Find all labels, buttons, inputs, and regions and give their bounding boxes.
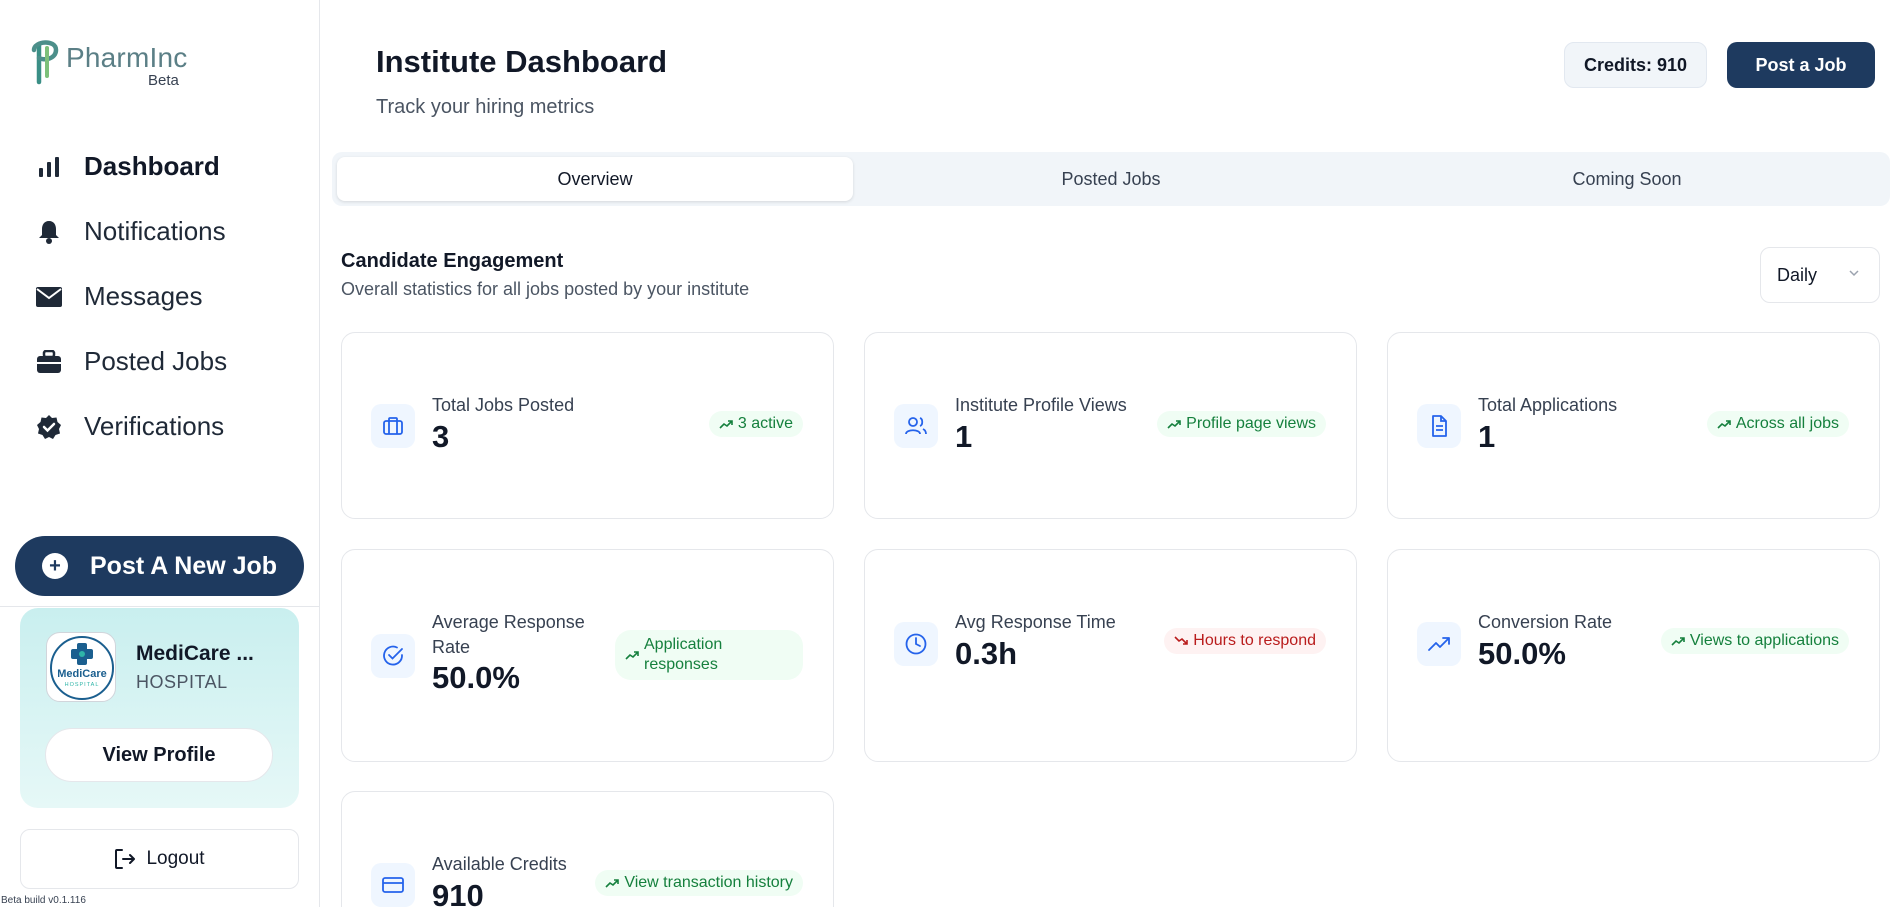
- briefcase-icon: [371, 404, 415, 448]
- logout-icon: [115, 849, 136, 869]
- credits-badge: Credits: 910: [1564, 42, 1707, 88]
- brand-beta-tag: Beta: [148, 72, 179, 89]
- sidebar-item-label: Dashboard: [84, 151, 220, 181]
- page-subtitle: Track your hiring metrics: [376, 96, 595, 118]
- stat-badge: Hours to respond: [1164, 628, 1326, 654]
- stat-card-response-rate: Average Response Rate 50.0% Application …: [341, 549, 834, 762]
- file-text-icon: [1417, 404, 1461, 448]
- stat-badge: Across all jobs: [1706, 411, 1849, 437]
- stat-value: 50.0%: [432, 660, 520, 695]
- sidebar-item-label: Posted Jobs: [84, 346, 228, 376]
- tab-coming-soon[interactable]: Coming Soon: [1369, 157, 1885, 201]
- stat-badge-label: Application responses: [644, 636, 723, 673]
- stat-value: 0.3h: [955, 636, 1018, 671]
- stat-title: Total Jobs Posted: [432, 395, 575, 415]
- sidebar-nav: Dashboard Notifications Messages Posted …: [34, 134, 227, 459]
- brand-name: PharmInc: [66, 42, 188, 73]
- sidebar-item-messages[interactable]: Messages: [34, 264, 227, 329]
- bar-chart-icon: [34, 152, 64, 182]
- trending-up-icon: [1167, 420, 1181, 429]
- stat-badge-label: 3 active: [737, 415, 793, 432]
- post-job-button[interactable]: Post a Job: [1727, 42, 1875, 88]
- bell-icon: [34, 217, 64, 247]
- stat-title: Avg Response Time: [955, 612, 1116, 632]
- medicare-logo-icon: MediCare HOSPITAL: [50, 636, 114, 700]
- stat-value: 910: [432, 878, 484, 907]
- stat-card-available-credits: Available Credits 910 View transaction h…: [341, 791, 834, 907]
- pharminc-logo-icon: [31, 40, 59, 85]
- stat-value: 1: [955, 419, 973, 454]
- logout-button[interactable]: Logout: [20, 829, 299, 889]
- stat-badge-label: Hours to respond: [1193, 632, 1316, 649]
- stat-title: Available Credits: [432, 854, 567, 874]
- trending-up-icon: [1717, 420, 1731, 429]
- plus-icon: +: [42, 553, 68, 579]
- stat-badge: Application responses: [615, 630, 803, 680]
- sidebar: PharmInc Beta Dashboard Notifications Me…: [0, 0, 320, 907]
- post-new-job-label: Post A New Job: [90, 551, 278, 580]
- institute-type: HOSPITAL: [136, 672, 228, 692]
- sidebar-item-posted-jobs[interactable]: Posted Jobs: [34, 329, 227, 394]
- stat-card-total-applications: Total Applications 1 Across all jobs: [1387, 332, 1880, 519]
- logout-label: Logout: [146, 848, 205, 869]
- badge-check-icon: [34, 412, 64, 442]
- stat-title: Conversion Rate: [1478, 612, 1613, 632]
- chevron-down-icon: [1849, 270, 1859, 277]
- post-new-job-button[interactable]: + Post A New Job: [15, 536, 304, 596]
- stat-badge: 3 active: [708, 411, 803, 437]
- sidebar-item-dashboard[interactable]: Dashboard: [34, 134, 227, 199]
- trending-up-icon: [625, 651, 639, 660]
- trending-down-icon: [1174, 636, 1189, 645]
- stat-badge: Views to applications: [1660, 628, 1849, 654]
- view-profile-button[interactable]: View Profile: [45, 728, 273, 782]
- section-subtitle: Overall statistics for all jobs posted b…: [341, 279, 750, 299]
- tab-posted-jobs[interactable]: Posted Jobs: [853, 157, 1369, 201]
- sidebar-item-label: Notifications: [84, 216, 226, 246]
- stat-badge-label: Across all jobs: [1735, 415, 1839, 432]
- trending-up-icon: [605, 879, 620, 888]
- briefcase-icon: [34, 347, 64, 377]
- svg-text:MediCare: MediCare: [57, 668, 107, 680]
- clock-icon: [894, 622, 938, 666]
- trending-up-icon: [719, 420, 733, 429]
- stat-value: 1: [1478, 419, 1496, 454]
- stat-badge-label: Views to applications: [1689, 632, 1839, 649]
- stat-title: Institute Profile Views: [955, 395, 1127, 415]
- page-title: Institute Dashboard: [376, 44, 668, 79]
- app-root: PharmInc Beta Dashboard Notifications Me…: [0, 0, 1893, 907]
- view-transaction-history-link[interactable]: View transaction history: [595, 870, 803, 896]
- stat-value: 3: [432, 419, 450, 454]
- users-icon: [894, 404, 938, 448]
- stat-title: Total Applications: [1478, 395, 1618, 415]
- period-select[interactable]: Daily: [1760, 247, 1880, 303]
- stat-title: Average Response Rate: [432, 612, 585, 657]
- section-title: Candidate Engagement: [341, 250, 564, 272]
- stat-card-response-time: Avg Response Time 0.3h Hours to respond: [864, 549, 1357, 762]
- divider: [0, 606, 320, 607]
- build-version: Beta build v0.1.116: [1, 895, 86, 906]
- stat-card-profile-views: Institute Profile Views 1 Profile page v…: [864, 332, 1357, 519]
- sidebar-item-verifications[interactable]: Verifications: [34, 394, 227, 459]
- stat-badge: Profile page views: [1157, 411, 1326, 437]
- trending-up-icon: [1417, 622, 1461, 666]
- institute-profile-card: MediCare HOSPITAL MediCare ... HOSPITAL …: [20, 608, 299, 808]
- stat-badge-label: View transaction history: [624, 874, 793, 891]
- trending-up-icon: [1671, 637, 1685, 646]
- stat-badge-label: Profile page views: [1186, 415, 1316, 432]
- avatar[interactable]: MediCare HOSPITAL: [46, 632, 116, 702]
- mail-icon: [34, 282, 64, 312]
- sidebar-item-label: Verifications: [84, 411, 225, 441]
- tab-overview[interactable]: Overview: [337, 157, 853, 201]
- svg-text:HOSPITAL: HOSPITAL: [65, 682, 100, 688]
- sidebar-item-notifications[interactable]: Notifications: [34, 199, 227, 264]
- stat-card-total-jobs: Total Jobs Posted 3 3 active: [341, 332, 834, 519]
- dashboard-tabs: Overview Posted Jobs Coming Soon: [332, 152, 1890, 206]
- check-circle-icon: [371, 634, 415, 678]
- stat-value: 50.0%: [1478, 636, 1566, 671]
- sidebar-item-label: Messages: [84, 281, 203, 311]
- institute-name: MediCare ...: [136, 642, 254, 665]
- credit-card-icon: [371, 863, 415, 907]
- period-select-value: Daily: [1777, 264, 1818, 285]
- stat-card-conversion-rate: Conversion Rate 50.0% Views to applicati…: [1387, 549, 1880, 762]
